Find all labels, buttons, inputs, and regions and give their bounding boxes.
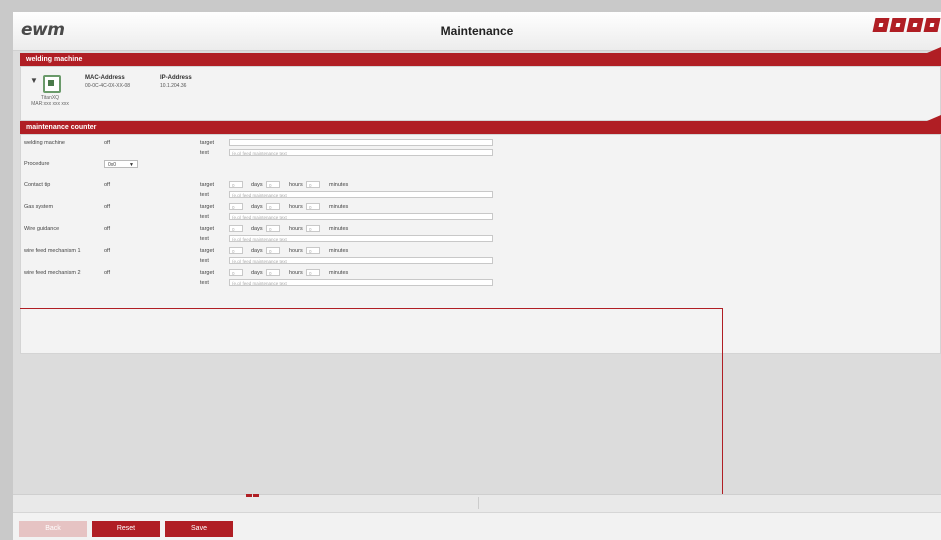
row-state: off <box>104 140 111 146</box>
row-name: Wire guidance <box>24 226 60 232</box>
days-label: days <box>251 182 263 188</box>
text-input[interactable]: (e.g) feed maintenance text <box>229 279 493 286</box>
hours-input[interactable]: 0 <box>266 203 280 210</box>
mac-address-label: MAC-Address <box>85 75 125 81</box>
header-icon-group <box>872 18 941 32</box>
ip-address-value: 10.1.204.36 <box>160 83 187 89</box>
text-input[interactable]: (e.g) feed maintenance text <box>229 213 493 220</box>
hours-label: hours <box>289 182 303 188</box>
target-label: target <box>200 270 215 276</box>
minutes-label: minutes <box>329 270 349 276</box>
row-name: Contact tip <box>24 182 51 188</box>
text-label: text <box>200 280 209 286</box>
row-name: wire feed mechanism 1 <box>24 248 81 254</box>
minutes-label: minutes <box>329 182 349 188</box>
back-icon[interactable] <box>889 18 907 32</box>
row-name: wire feed mechanism 2 <box>24 270 81 276</box>
close-icon[interactable] <box>923 18 941 32</box>
hours-input[interactable]: 0 <box>266 269 280 276</box>
hours-label: hours <box>289 248 303 254</box>
text-label: text <box>200 236 209 242</box>
chevron-down-icon: ▼ <box>129 162 134 168</box>
hours-label: hours <box>289 226 303 232</box>
minutes-input[interactable]: 0 <box>306 247 320 254</box>
ip-address-label: IP-Address <box>160 75 192 81</box>
divider <box>478 497 479 509</box>
page-indicator <box>246 494 259 497</box>
text-input[interactable]: (e.g) feed maintenance text <box>229 257 493 264</box>
text-label: text <box>200 192 209 198</box>
status-strip <box>13 494 941 513</box>
row-state: off <box>104 270 111 276</box>
hours-input[interactable]: 0 <box>266 225 280 232</box>
days-input[interactable]: 0 <box>229 269 243 276</box>
hours-input[interactable]: 0 <box>266 247 280 254</box>
minutes-label: minutes <box>329 248 349 254</box>
save-button[interactable]: Save <box>165 521 233 537</box>
text-input[interactable]: (e.g) feed maintenance text <box>229 235 493 242</box>
hours-label: hours <box>289 270 303 276</box>
text-input[interactable]: (e.g) feed maintenance text <box>229 191 493 198</box>
row-state: off <box>104 182 111 188</box>
reset-button[interactable]: Reset <box>92 521 160 537</box>
text-input[interactable]: (e.g) feed maintenance text <box>229 149 493 156</box>
footer-bar: Back Reset Save <box>13 512 941 540</box>
days-label: days <box>251 204 263 210</box>
minutes-input[interactable]: 0 <box>306 181 320 188</box>
row-name: Gas system <box>24 204 54 210</box>
target-label: target <box>200 140 215 146</box>
wifi-icon: ▼ <box>30 76 38 85</box>
text-label: text <box>200 214 209 220</box>
target-label: target <box>200 204 215 210</box>
back-button[interactable]: Back <box>19 521 87 537</box>
row-state: off <box>104 248 111 254</box>
days-input[interactable]: 0 <box>229 247 243 254</box>
maintenance-counter-section-title: maintenance counter <box>20 115 941 134</box>
hours-label: hours <box>289 204 303 210</box>
target-label: target <box>200 248 215 254</box>
minutes-input[interactable]: 0 <box>306 225 320 232</box>
maintenance-counter-panel: welding machine off target text (e.g) fe… <box>20 134 941 354</box>
target-label: target <box>200 182 215 188</box>
app-window: ewm Maintenance welding machine ▼ TitanX… <box>13 12 941 540</box>
procedure-label: Procedure <box>24 161 50 167</box>
minutes-input[interactable]: 0 <box>306 269 320 276</box>
days-input[interactable]: 0 <box>229 181 243 188</box>
machine-name: TitanXQ MAR:xxx xxx xxx <box>31 95 69 107</box>
target-input[interactable] <box>229 139 493 146</box>
days-input[interactable]: 0 <box>229 203 243 210</box>
days-label: days <box>251 270 263 276</box>
row-state: off <box>104 204 111 210</box>
minutes-label: minutes <box>329 204 349 210</box>
info-icon[interactable] <box>906 18 924 32</box>
minutes-label: minutes <box>329 226 349 232</box>
mac-address-value: 00-0C-4C-0X-XX-08 <box>85 83 131 89</box>
procedure-select[interactable]: 0x0 ▼ <box>104 160 138 168</box>
text-label: text <box>200 150 209 156</box>
welding-machine-panel: ▼ TitanXQ MAR:xxx xxx xxx MAC-Address 00… <box>20 66 941 121</box>
days-input[interactable]: 0 <box>229 225 243 232</box>
minutes-input[interactable]: 0 <box>306 203 320 210</box>
text-label: text <box>200 258 209 264</box>
target-label: target <box>200 226 215 232</box>
home-icon[interactable] <box>872 18 890 32</box>
days-label: days <box>251 248 263 254</box>
row-name: welding machine <box>24 140 65 146</box>
row-state: off <box>104 226 111 232</box>
header-bar: ewm Maintenance <box>13 12 941 51</box>
page-title: Maintenance <box>440 24 514 38</box>
red-guide-line-horizontal <box>20 308 722 309</box>
machine-icon[interactable] <box>43 75 61 93</box>
welding-machine-section-title: welding machine <box>20 47 941 66</box>
days-label: days <box>251 226 263 232</box>
hours-input[interactable]: 0 <box>266 181 280 188</box>
